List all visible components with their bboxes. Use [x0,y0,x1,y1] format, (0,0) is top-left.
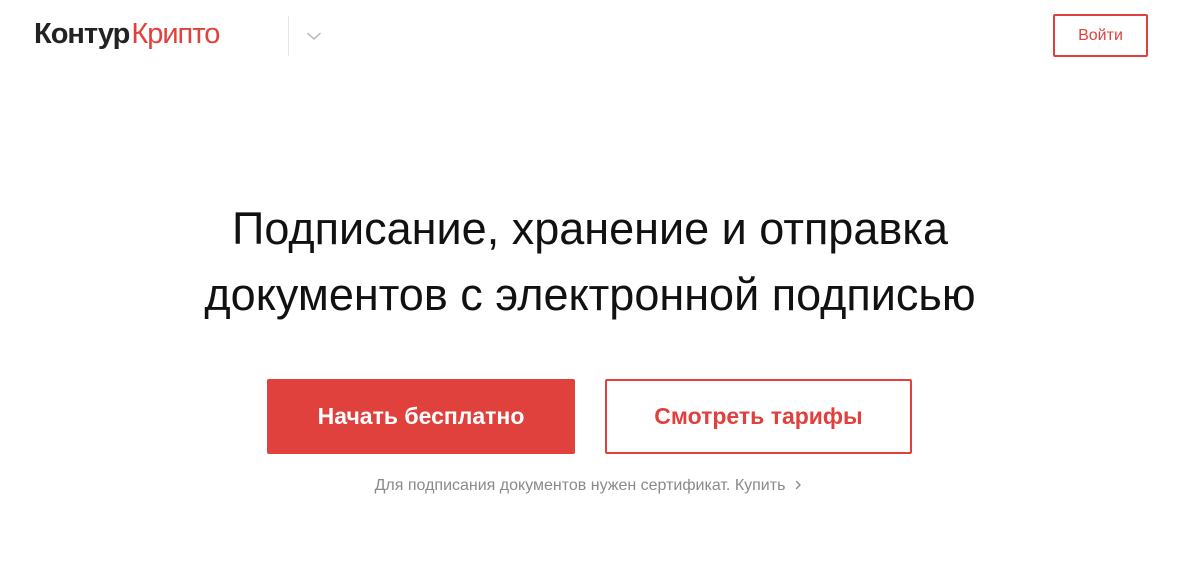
start-free-button[interactable]: Начать бесплатно [267,379,575,454]
certificate-note: Для подписания документов нужен сертифик… [0,477,1178,495]
login-button[interactable]: Войти [1053,14,1148,57]
logo-product-text: Крипто [131,18,220,50]
buy-certificate-link[interactable]: Купить [735,477,804,494]
hero-title-line-1: Подписание, хранение и отправка [232,203,948,254]
chevron-down-icon [306,28,322,44]
buy-certificate-link-label: Купить [734,477,786,494]
hero-title: Подписание, хранение и отправка документ… [150,196,1030,328]
product-switch-button[interactable] [300,22,328,50]
site-header: КонтурКрипто Войти [0,0,1200,72]
view-pricing-button[interactable]: Смотреть тарифы [605,379,912,454]
hero-title-line-2: документов с электронной подписью [204,269,976,320]
logo[interactable]: КонтурКрипто [34,17,220,51]
chevron-right-icon [793,480,803,490]
cta-buttons: Начать бесплатно Смотреть тарифы [267,379,912,454]
certificate-note-text: Для подписания документов нужен сертифик… [374,477,731,494]
header-divider [288,16,289,56]
logo-brand-text: Контур [34,18,130,50]
